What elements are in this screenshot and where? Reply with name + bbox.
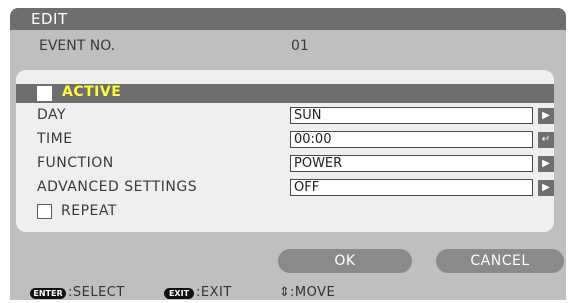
time-label: TIME [37,131,73,147]
title-bar: EDIT [10,8,566,30]
exit-key-icon: EXIT [164,288,194,299]
right-arrow-icon[interactable]: ▶ [538,180,554,196]
time-row[interactable]: TIME 00:00 ↵ [16,130,554,150]
event-number-value: 01 [291,38,309,54]
cancel-button[interactable]: CANCEL [436,249,564,273]
active-row[interactable]: ACTIVE [16,84,554,103]
active-label: ACTIVE [62,84,122,100]
ok-button[interactable]: OK [278,249,412,273]
settings-panel: ACTIVE DAY SUN ▶ TIME 00:00 ↵ FUNCTION P… [16,70,554,232]
event-number-label: EVENT NO. [39,38,116,54]
hint-exit-text: :EXIT [196,285,232,300]
function-row[interactable]: FUNCTION POWER ▶ [16,154,554,174]
event-number-row: EVENT NO. 01 [10,38,566,60]
advanced-settings-row[interactable]: ADVANCED SETTINGS OFF ▶ [16,178,554,198]
hint-select-text: :SELECT [68,285,125,300]
day-field[interactable]: SUN [290,107,533,124]
advanced-settings-label: ADVANCED SETTINGS [37,179,198,195]
function-field[interactable]: POWER [290,155,533,172]
repeat-checkbox[interactable] [37,204,52,219]
day-row[interactable]: DAY SUN ▶ [16,106,554,126]
updown-arrow-icon: ⇕ [279,285,291,300]
right-arrow-icon[interactable]: ▶ [538,108,554,124]
function-label: FUNCTION [37,155,114,171]
advanced-settings-field[interactable]: OFF [290,179,533,196]
active-checkbox[interactable] [37,86,52,101]
time-field[interactable]: 00:00 [290,131,533,148]
dialog-title: EDIT [31,10,68,28]
hint-bar: ENTER :SELECT EXIT :EXIT ⇕ :MOVE [10,285,566,300]
repeat-row[interactable]: REPEAT [16,202,554,222]
day-label: DAY [37,107,67,123]
hint-move-text: :MOVE [290,285,336,300]
enter-key-icon: ENTER [30,288,66,299]
edit-dialog: EDIT EVENT NO. 01 ACTIVE DAY SUN ▶ TIME … [10,8,566,300]
enter-icon[interactable]: ↵ [538,132,554,148]
right-arrow-icon[interactable]: ▶ [538,156,554,172]
repeat-label: REPEAT [61,203,117,219]
